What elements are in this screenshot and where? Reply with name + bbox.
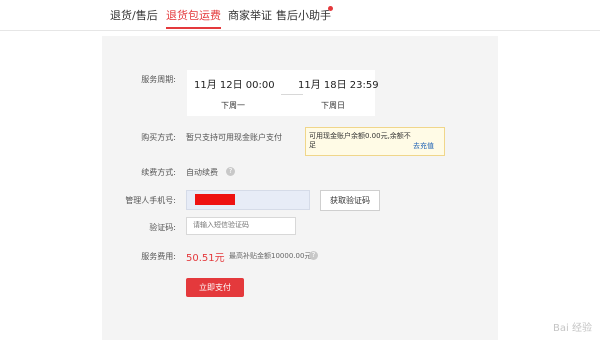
code-label: 验证码: — [149, 223, 176, 232]
recharge-link[interactable]: 去充值 — [413, 142, 434, 151]
tab-return-shipping[interactable]: 退货包运费 — [166, 7, 221, 29]
period-start: 11月 12日 00:00 — [194, 80, 275, 91]
period-end-day: 下周日 — [321, 101, 345, 110]
question-circle-icon[interactable]: ? — [309, 251, 318, 260]
fee-note: 最高补贴金额10000.00元 — [229, 252, 312, 260]
tab-bar: 退货/售后 退货包运费 商家举证 售后小助手 — [0, 0, 600, 31]
period-start-day: 下周一 — [221, 101, 245, 110]
verification-code-input[interactable] — [186, 217, 296, 235]
balance-tip: 可用现金账户余额0.00元,余额不足 去充值 — [305, 127, 445, 156]
payment-label: 购买方式: — [141, 133, 176, 142]
phone-redaction — [195, 194, 235, 205]
phone-label: 管理人手机号: — [125, 196, 176, 205]
tab-merchant-evidence[interactable]: 商家举证 — [228, 7, 272, 23]
balance-tip-text: 可用现金账户余额0.00元,余额不足 — [309, 132, 411, 149]
question-circle-icon[interactable]: ? — [226, 167, 235, 176]
renew-label: 续费方式: — [141, 168, 176, 177]
period-label: 服务周期: — [141, 75, 176, 84]
pay-now-button[interactable]: 立即支付 — [186, 278, 244, 297]
renew-value: 自动续费 — [186, 168, 218, 177]
tab-aftersale-assistant[interactable]: 售后小助手 — [276, 7, 331, 23]
fee-value: 50.51元 — [186, 253, 225, 264]
get-code-button[interactable]: 获取验证码 — [320, 190, 380, 211]
watermark: Bai 经验 — [553, 323, 592, 334]
period-separator — [281, 94, 303, 95]
period-end: 11月 18日 23:59 — [298, 80, 379, 91]
phone-field[interactable] — [186, 190, 310, 210]
fee-label: 服务费用: — [141, 252, 176, 261]
payment-value: 暂只支持可用现金账户支付 — [186, 133, 282, 142]
notification-dot — [328, 6, 333, 11]
period-selector[interactable]: 11月 12日 00:00 11月 18日 23:59 下周一 下周日 — [187, 70, 379, 116]
tab-return-aftersale[interactable]: 退货/售后 — [110, 7, 158, 23]
